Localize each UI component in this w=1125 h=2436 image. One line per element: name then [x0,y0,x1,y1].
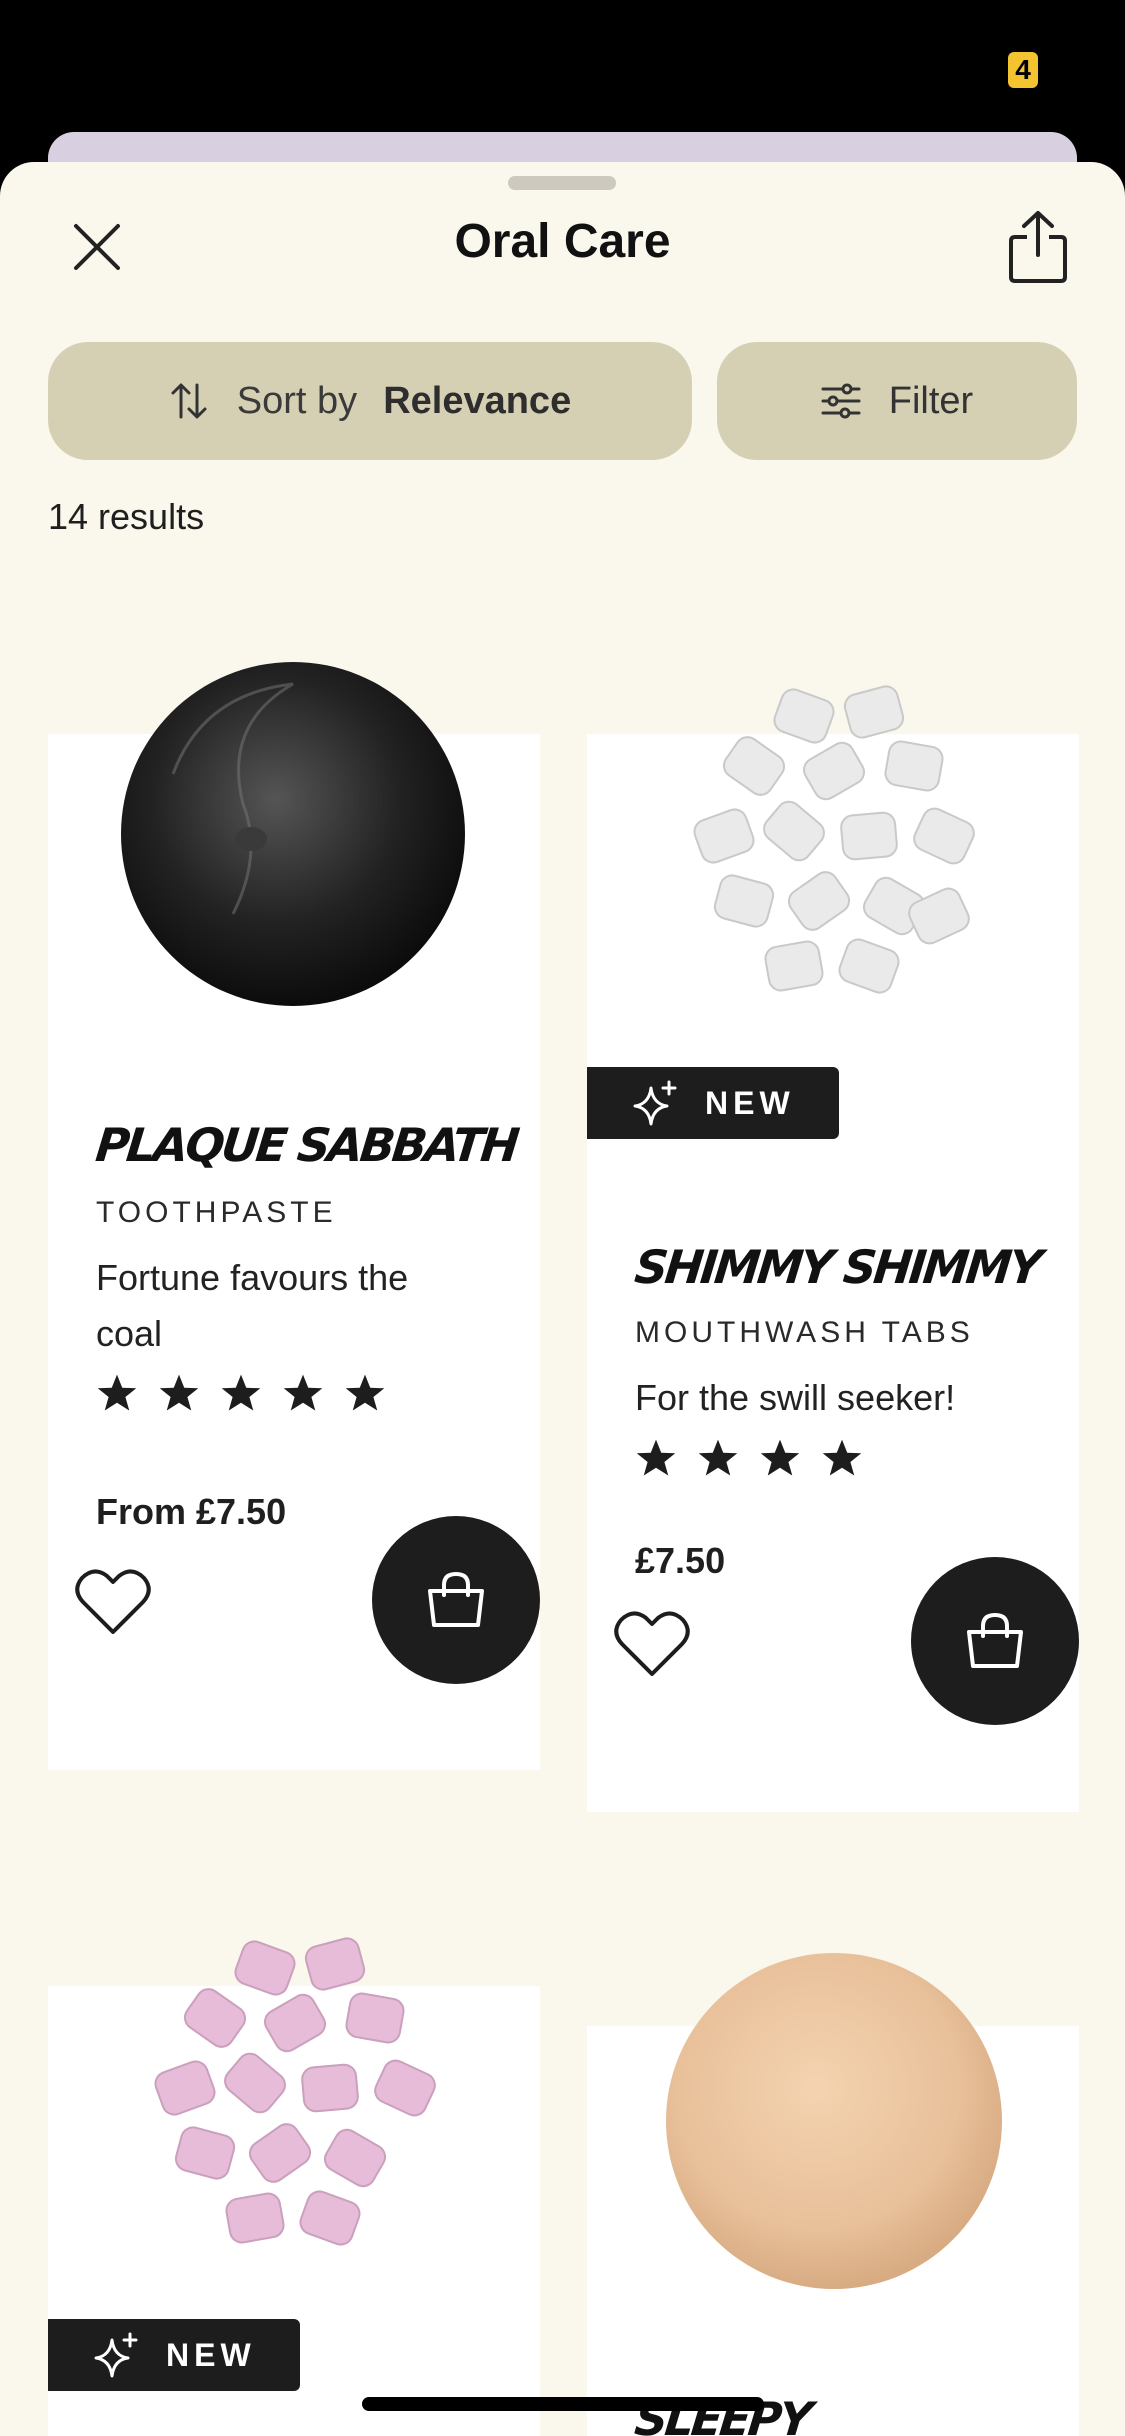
sort-arrows-icon [171,383,207,419]
product-price: From £7.50 [96,1491,287,1532]
product-description: For the swill seeker! [635,1377,956,1418]
product-image [154,1937,436,2246]
results-count: 14 results [48,496,205,537]
sort-label: Sort by [236,379,358,422]
product-name: SHIMMY SHIMMY [632,1240,1043,1294]
new-badge-label: NEW [166,2336,256,2373]
star-icon [345,1374,385,1411]
filter-button[interactable]: Filter [717,342,1077,460]
star-icon [822,1439,862,1476]
product-card[interactable]: NEW [48,1937,540,2436]
filter-sliders-icon [821,383,861,419]
star-icon [698,1439,738,1476]
product-image [121,662,465,1006]
star-icon [97,1374,137,1411]
filter-label: Filter [888,379,974,422]
sheet-grabber[interactable] [508,176,616,190]
shopping-bag-icon [967,1612,1023,1668]
wishlist-heart-icon[interactable] [613,1610,691,1680]
star-icon [636,1439,676,1476]
add-to-bag-button[interactable] [372,1516,540,1684]
share-button[interactable] [1002,202,1074,292]
wishlist-heart-icon[interactable] [74,1568,152,1638]
star-icon [221,1374,261,1411]
product-card[interactable]: PLAQUE SABBATH TOOTHPASTE Fortune favour… [48,662,540,1770]
new-badge: NEW [587,1067,839,1139]
shopping-bag-icon [428,1571,484,1627]
sort-button[interactable]: Sort by Relevance [48,342,692,460]
star-icon [283,1374,323,1411]
status-notification-badge: 4 [1008,52,1038,88]
sparkle-icon [94,2332,138,2378]
product-price: £7.50 [635,1540,726,1581]
bottom-sheet: Oral Care Sort by Relevance Filter 14 re… [0,162,1125,2436]
rating-stars [96,1372,386,1414]
share-icon [1009,211,1067,283]
product-type: TOOTHPASTE [96,1196,337,1229]
product-description: Fortune favours the coal [96,1257,409,1354]
product-card[interactable]: SLEEPY [587,1953,1079,2436]
new-badge-label: NEW [705,1084,795,1121]
product-name: PLAQUE SABBATH [93,1118,520,1172]
new-badge: NEW [48,2319,300,2391]
star-icon [159,1374,199,1411]
page-title: Oral Care [454,215,671,268]
sort-value: Relevance [383,379,572,422]
product-image [693,685,975,994]
rating-stars [635,1437,863,1479]
product-image [666,1953,1002,2289]
product-card[interactable]: NEW SHIMMY SHIMMY MOUTHWASH TABS For the… [587,685,1079,1812]
product-type: MOUTHWASH TABS [635,1316,974,1349]
sparkle-icon [633,1080,677,1126]
star-icon [760,1439,800,1476]
home-indicator[interactable] [362,2397,764,2411]
add-to-bag-button[interactable] [911,1557,1079,1725]
